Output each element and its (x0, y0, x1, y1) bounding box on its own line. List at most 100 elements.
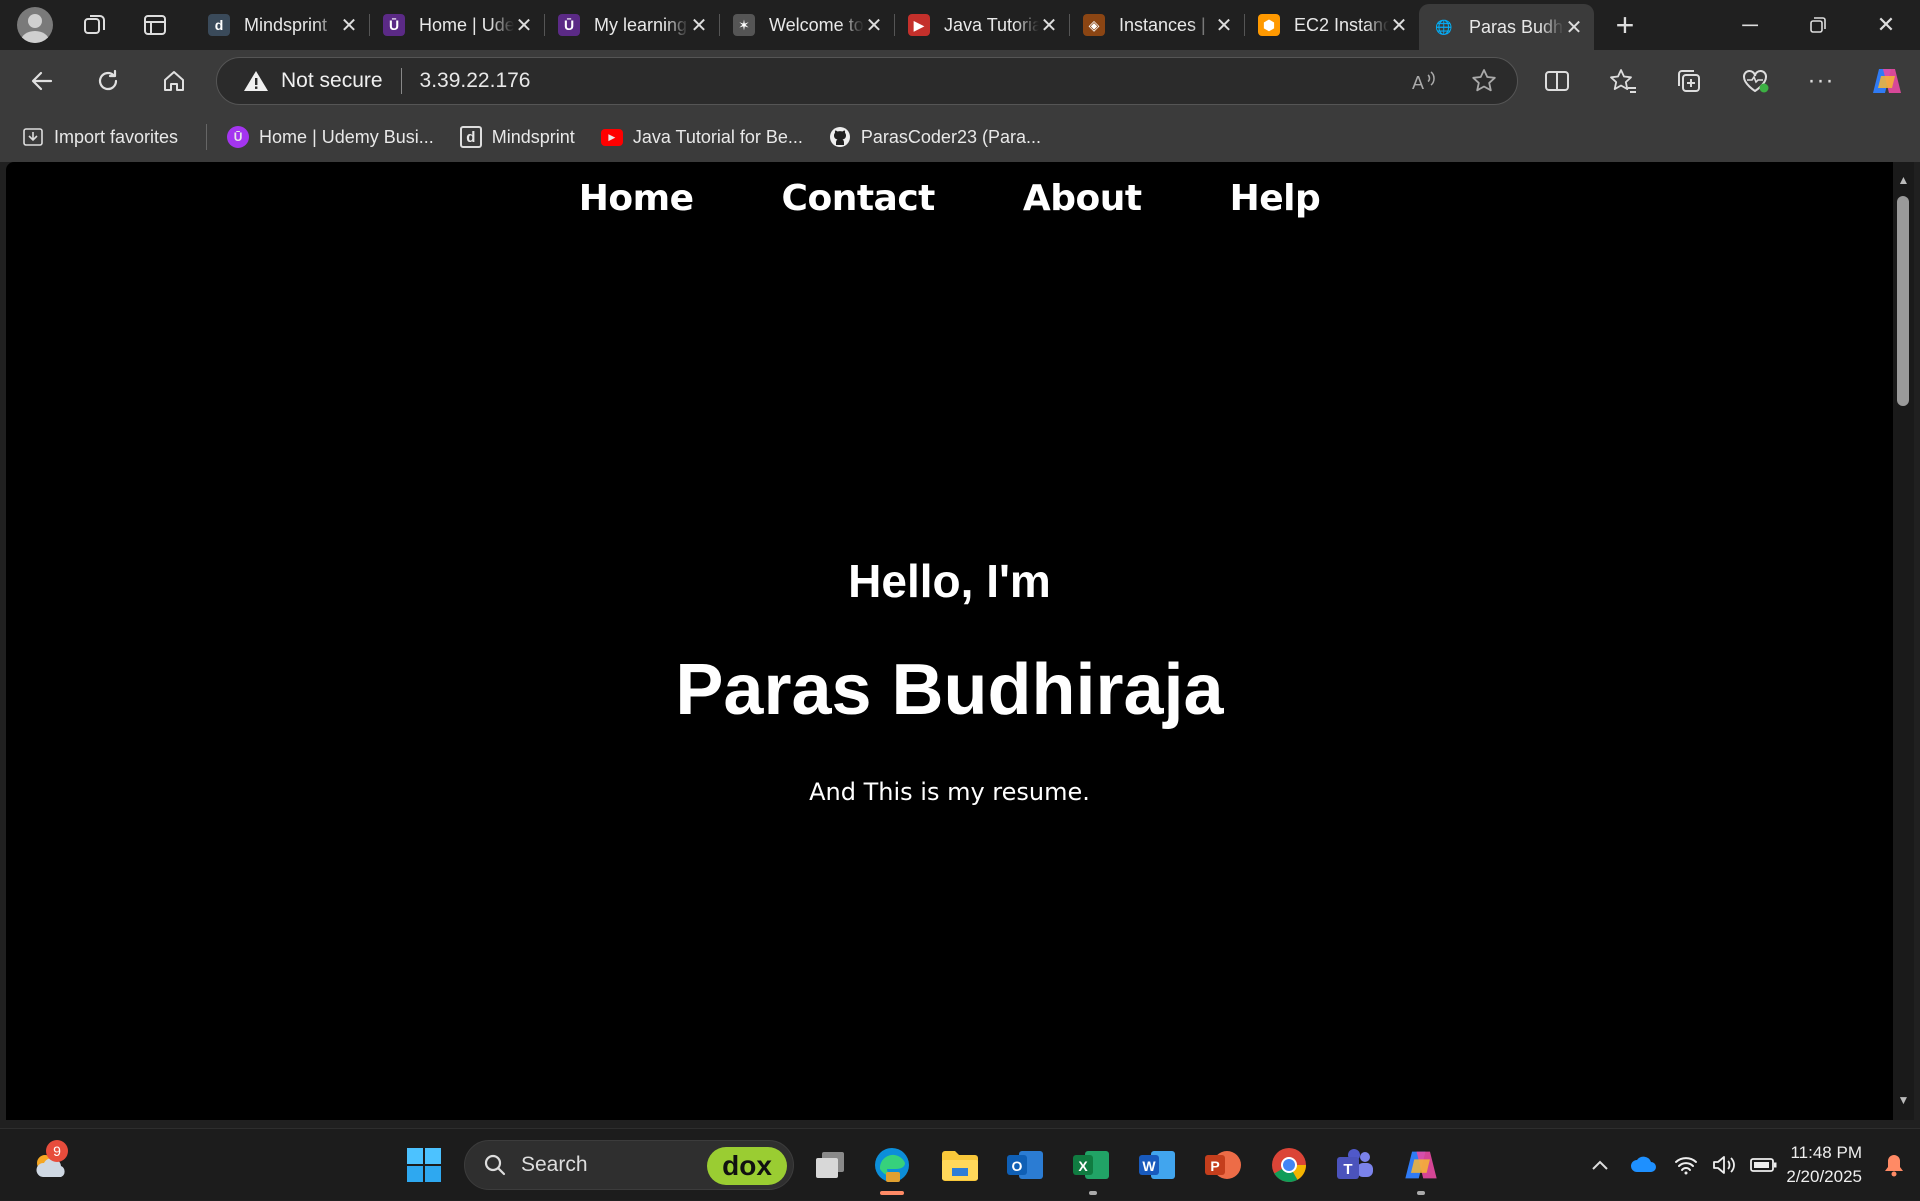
restore-button[interactable] (1784, 0, 1852, 50)
notifications-button[interactable] (1874, 1153, 1914, 1177)
url-text[interactable]: 3.39.22.176 (420, 69, 531, 93)
tab-title: Welcome to (769, 14, 864, 35)
tab-title: Mindsprint (244, 14, 328, 35)
favorites-icon (1610, 69, 1636, 93)
collections-icon (1678, 70, 1700, 92)
bookmark-mindsprint[interactable]: d Mindsprint (454, 119, 581, 155)
nav-link-home[interactable]: Home (579, 178, 694, 219)
browser-tab[interactable]: 🌐 Paras Budhiraja✕ (1419, 4, 1594, 50)
warning-icon[interactable] (243, 69, 269, 93)
tab-actions-button[interactable] (134, 3, 176, 47)
search-highlight-badge[interactable]: dox (707, 1147, 787, 1185)
mindsprint-icon: d (459, 126, 482, 148)
browser-tab[interactable]: ✶ Welcome to ✕ (719, 0, 894, 50)
browser-tab[interactable]: Ū Home | Udemy✕ (369, 0, 544, 50)
page-scrollbar[interactable]: ▲ ▼ (1893, 162, 1914, 1120)
tab-close-icon[interactable]: ✕ (864, 15, 884, 37)
clock-button[interactable]: 11:48 PM 2/20/2025 (1786, 1141, 1862, 1189)
system-tray: 11:48 PM 2/20/2025 (1578, 1129, 1920, 1201)
word-icon: W (1139, 1151, 1175, 1179)
copilot-button[interactable] (1854, 50, 1920, 112)
split-screen-button[interactable] (1524, 50, 1590, 112)
tab-title: Instances | (1119, 14, 1206, 35)
taskbar-edge[interactable] (870, 1143, 914, 1187)
page-content: Home Contact About Help Hello, I'm Paras… (6, 162, 1893, 1120)
browser-essentials-button[interactable] (1722, 50, 1788, 112)
nav-link-contact[interactable]: Contact (782, 178, 936, 219)
tab-close-icon[interactable]: ✕ (1389, 15, 1409, 37)
favorite-star-icon[interactable] (1471, 68, 1497, 94)
onedrive-button[interactable] (1622, 1156, 1666, 1174)
taskbar-copilot[interactable] (1399, 1143, 1443, 1187)
import-icon (23, 128, 43, 146)
taskbar-teams[interactable]: T (1333, 1143, 1377, 1187)
wifi-button[interactable] (1666, 1155, 1706, 1175)
read-aloud-icon[interactable]: A (1411, 69, 1437, 93)
settings-more-button[interactable]: ··· (1788, 50, 1854, 112)
onedrive-cloud-icon (1631, 1156, 1657, 1172)
tab-close-icon[interactable]: ✕ (514, 15, 534, 37)
scroll-down-arrow-icon[interactable]: ▼ (1893, 1088, 1914, 1112)
workspaces-button[interactable] (74, 3, 116, 47)
browser-tab[interactable]: ◈ Instances | ✕ (1069, 0, 1244, 50)
back-button[interactable] (14, 53, 70, 109)
split-screen-icon (1545, 71, 1569, 91)
show-hidden-icons-button[interactable] (1578, 1159, 1622, 1171)
nav-link-help[interactable]: Help (1230, 178, 1321, 219)
refresh-button[interactable] (80, 53, 136, 109)
favorites-button[interactable] (1590, 50, 1656, 112)
bookmark-udemy[interactable]: Ū Home | Udemy Busi... (221, 119, 440, 155)
browser-tab[interactable]: ⬢ EC2 Instance✕ (1244, 0, 1419, 50)
nav-link-about[interactable]: About (1023, 178, 1142, 219)
plus-icon: + (1615, 6, 1635, 43)
clock-date: 2/20/2025 (1786, 1167, 1862, 1186)
tab-actions-icon (144, 15, 166, 35)
new-tab-button[interactable]: + (1600, 0, 1650, 50)
taskbar-search[interactable]: Search dox (464, 1140, 794, 1190)
back-arrow-icon (31, 71, 53, 91)
battery-button[interactable] (1742, 1157, 1786, 1173)
taskbar-outlook[interactable]: O (1003, 1143, 1047, 1187)
security-label[interactable]: Not secure (281, 69, 383, 93)
bookmark-import-favorites[interactable]: Import favorites (16, 119, 184, 155)
github-icon (829, 127, 850, 147)
profile-button[interactable] (14, 3, 56, 47)
tab-close-icon[interactable]: ✕ (1039, 15, 1059, 37)
chrome-icon (1272, 1148, 1306, 1182)
start-button[interactable] (402, 1143, 446, 1187)
taskbar-chrome[interactable] (1267, 1143, 1311, 1187)
tab-close-icon[interactable]: ✕ (1564, 17, 1584, 39)
home-button[interactable] (146, 53, 202, 109)
taskbar-excel[interactable]: X (1069, 1143, 1113, 1187)
active-app-indicator (880, 1191, 904, 1195)
home-icon (164, 71, 184, 91)
address-bar[interactable]: Not secure 3.39.22.176 A (216, 57, 1518, 105)
scroll-up-arrow-icon[interactable]: ▲ (1893, 168, 1914, 192)
scrollbar-thumb[interactable] (1897, 196, 1909, 406)
weather-notification-badge: 9 (46, 1140, 68, 1162)
browser-tab[interactable]: Ū My learning ✕ (544, 0, 719, 50)
tab-close-icon[interactable]: ✕ (1214, 15, 1234, 37)
taskbar-word[interactable]: W (1135, 1143, 1179, 1187)
bookmark-java-tutorial[interactable]: ▶ Java Tutorial for Be... (595, 119, 809, 155)
volume-button[interactable] (1706, 1155, 1742, 1175)
close-window-button[interactable]: ✕ (1852, 0, 1920, 50)
copilot-icon (1873, 69, 1901, 93)
task-view-icon (816, 1152, 844, 1178)
tab-close-icon[interactable]: ✕ (689, 15, 709, 37)
more-icon: ··· (1807, 67, 1835, 94)
taskbar-file-explorer[interactable] (938, 1143, 982, 1187)
chevron-up-icon (1592, 1160, 1609, 1170)
taskbar-powerpoint[interactable]: P (1201, 1143, 1245, 1187)
bookmark-github[interactable]: ParasCoder23 (Para... (823, 119, 1047, 155)
svg-text:T: T (1343, 1161, 1352, 1178)
minimize-button[interactable]: ─ (1716, 0, 1784, 50)
tab-close-icon[interactable]: ✕ (339, 15, 359, 37)
task-view-button[interactable] (808, 1143, 852, 1187)
browser-tab[interactable]: d Mindsprint ✕ (194, 0, 369, 50)
browser-tab[interactable]: ▶ Java Tutorial ✕ (894, 0, 1069, 50)
windows-icon (407, 1148, 441, 1182)
divider (206, 124, 208, 150)
close-icon: ✕ (1876, 12, 1896, 37)
collections-button[interactable] (1656, 50, 1722, 112)
